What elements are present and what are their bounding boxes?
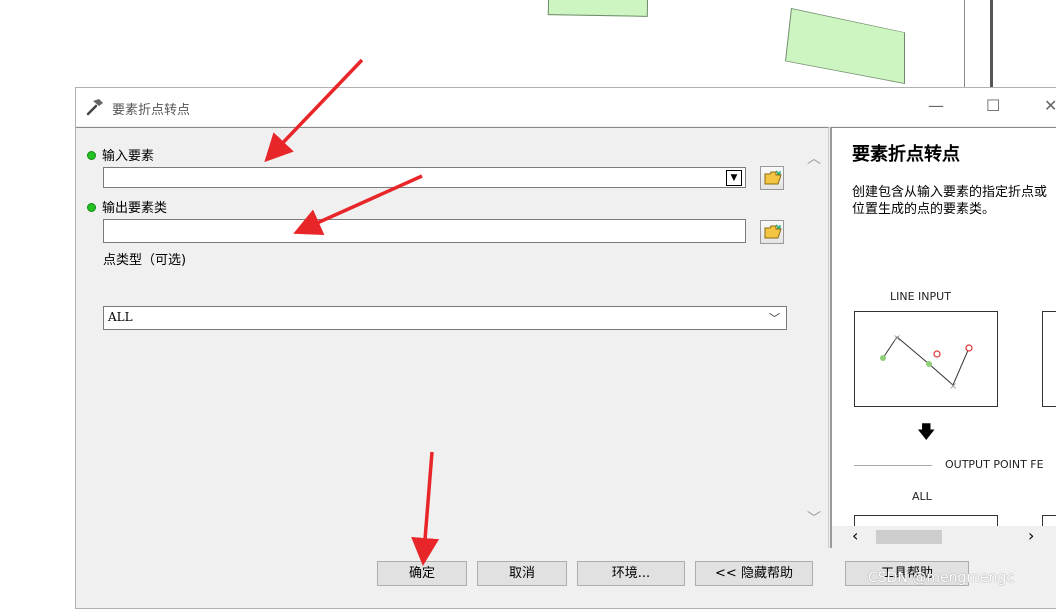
- required-dot-icon: [87, 151, 96, 160]
- scroll-up-icon[interactable]: ︿: [807, 148, 821, 168]
- svg-text:×: ×: [949, 381, 957, 392]
- help-title: 要素折点转点: [852, 144, 960, 165]
- title-bar[interactable]: 要素折点转点 — ☐ ✕: [76, 88, 1056, 126]
- open-folder-icon: [764, 170, 782, 185]
- input-features-field[interactable]: [103, 167, 746, 188]
- input-features-label: 输入要素: [102, 149, 155, 164]
- map-frame-line: [990, 0, 993, 90]
- svg-text:×: ×: [893, 333, 901, 344]
- scroll-thumb[interactable]: [876, 530, 942, 544]
- scroll-down-icon[interactable]: ﹀: [807, 508, 821, 528]
- hide-help-button[interactable]: << 隐藏帮助: [695, 561, 813, 586]
- arrow-down-icon: 🡇: [917, 422, 936, 443]
- cancel-button[interactable]: 取消: [477, 561, 567, 586]
- minimize-button[interactable]: —: [928, 96, 944, 115]
- ok-button[interactable]: 确定: [377, 561, 467, 586]
- parameters-pane: 输入要素 ▼ 输出要素类 点类型（可选) ALL ﹀ ︿ ﹀: [76, 127, 829, 548]
- line-input-diagram: [1042, 311, 1056, 407]
- chevron-down-icon: ﹀: [769, 312, 780, 325]
- point-type-label: 点类型（可选): [103, 253, 187, 268]
- output-point-label: OUTPUT POINT FE: [945, 458, 1044, 471]
- point-type-select[interactable]: ALL ﹀: [103, 306, 787, 330]
- line-input-label: LINE INPUT: [890, 290, 951, 303]
- map-polygon: [785, 8, 905, 84]
- maximize-button[interactable]: ☐: [986, 96, 1000, 115]
- output-feature-class-field[interactable]: [103, 219, 746, 243]
- help-pane: 要素折点转点 创建包含从输入要素的指定折点或位置生成的点的要素类。 LINE I…: [830, 127, 1056, 548]
- open-folder-icon: [764, 224, 782, 239]
- output-feature-class-label: 输出要素类: [102, 201, 168, 216]
- dialog-title: 要素折点转点: [112, 103, 191, 118]
- chevron-left-icon[interactable]: ‹: [852, 526, 858, 545]
- watermark: CSDN @mengmengc: [868, 570, 1015, 586]
- tool-dialog: 要素折点转点 — ☐ ✕ 输入要素 ▼ 输出要素类 点类型（可选) ALL ﹀ …: [75, 87, 1056, 609]
- dropdown-arrow-icon[interactable]: ▼: [726, 170, 742, 186]
- browse-folder-button[interactable]: [760, 166, 784, 190]
- map-polygon: [547, 0, 649, 17]
- hammer-icon: [86, 99, 103, 116]
- legend-line: [854, 465, 932, 466]
- line-input-diagram: × ×: [854, 311, 998, 407]
- environments-button[interactable]: 环境...: [577, 561, 685, 586]
- required-dot-icon: [87, 203, 96, 212]
- vertical-scrollbar[interactable]: ︿ ﹀: [803, 128, 825, 548]
- chevron-right-icon[interactable]: ›: [1028, 526, 1034, 545]
- close-button[interactable]: ✕: [1044, 96, 1056, 115]
- horizontal-scrollbar[interactable]: ‹ ›: [832, 526, 1056, 548]
- help-description: 创建包含从输入要素的指定折点或位置生成的点的要素类。: [852, 185, 1048, 217]
- map-frame-line: [964, 0, 965, 90]
- all-label: ALL: [912, 490, 932, 503]
- browse-folder-button[interactable]: [760, 220, 784, 244]
